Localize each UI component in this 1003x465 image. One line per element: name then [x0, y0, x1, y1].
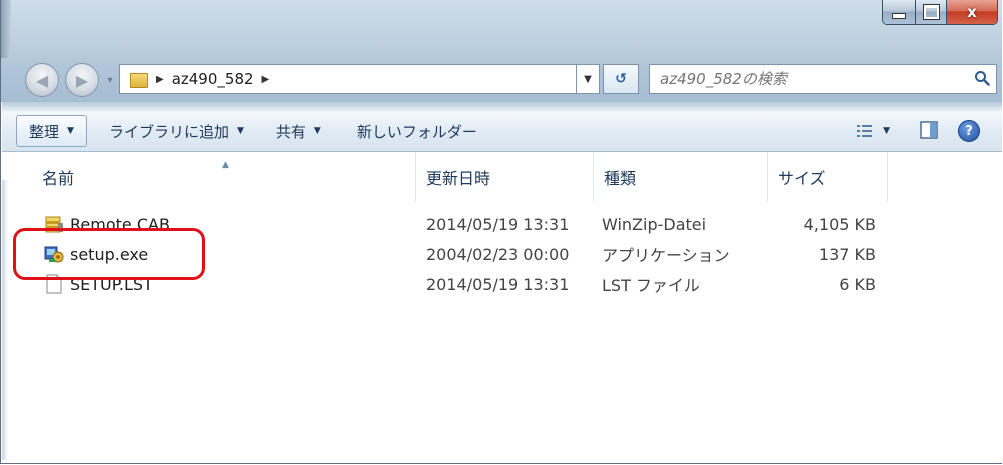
sort-ascending-icon: ▲: [222, 160, 229, 170]
new-folder-label: 新しいフォルダー: [356, 122, 477, 141]
file-date: 2014/05/19 13:31: [426, 214, 570, 234]
file-name-cell: Remote.CAB: [44, 210, 170, 238]
add-to-library-label: ライブラリに追加: [108, 122, 229, 141]
file-name: SETUP.LST: [70, 274, 153, 294]
file-size: 4,105 KB: [803, 214, 876, 234]
file-name-cell: setup.exe: [44, 240, 148, 268]
title-bar[interactable]: x ◀ ▶ ▾ ▶ az490_582 ▶ ▼ ↺: [1, 0, 1002, 102]
arrow-right-icon: ▶: [75, 70, 89, 90]
chevron-down-icon: ▼: [67, 126, 74, 136]
file-type: アプリケーション: [602, 246, 730, 265]
file-type: WinZip-Datei: [602, 214, 707, 234]
column-header-size-label: サイズ: [778, 169, 826, 188]
minimize-icon: [892, 13, 906, 19]
breadcrumb-separator-icon[interactable]: ▶: [156, 74, 164, 85]
search-input[interactable]: [650, 69, 962, 89]
blank-file-icon: [46, 274, 62, 294]
refresh-icon: ↺: [615, 71, 627, 87]
file-date: 2014/05/19 13:31: [426, 274, 570, 294]
maximize-button[interactable]: [916, 0, 947, 24]
caption-buttons: x: [882, 0, 998, 25]
chevron-down-icon: ▼: [883, 126, 890, 136]
refresh-button[interactable]: ↺: [603, 64, 639, 94]
setup-exe-icon: [44, 246, 64, 263]
arrow-left-icon: ◀: [35, 70, 49, 90]
column-header-row: 名前 ▲ 更新日時 種類 サイズ: [2, 152, 1002, 202]
preview-pane-icon[interactable]: [920, 121, 938, 139]
new-folder-button[interactable]: 新しいフォルダー: [347, 116, 487, 146]
back-button[interactable]: ◀: [25, 63, 59, 97]
view-details-icon: [857, 125, 873, 137]
chevron-down-icon: ▾: [107, 74, 113, 86]
column-header-name-label: 名前: [42, 169, 75, 188]
organize-button[interactable]: 整理 ▼: [16, 115, 87, 147]
explorer-window: x ◀ ▶ ▾ ▶ az490_582 ▶ ▼ ↺ az490_582の検索 整…: [0, 0, 1002, 464]
column-header-type[interactable]: 種類: [594, 152, 768, 202]
maximize-icon: [922, 4, 940, 20]
help-button[interactable]: ?: [958, 120, 980, 142]
help-icon: ?: [965, 123, 973, 139]
file-name: setup.exe: [70, 244, 149, 264]
breadcrumb-item[interactable]: az490_582: [172, 70, 254, 88]
address-bar[interactable]: ▶ az490_582 ▶: [119, 64, 577, 94]
organize-label: 整理: [29, 122, 60, 141]
close-button[interactable]: x: [947, 0, 997, 24]
add-to-library-button[interactable]: ライブラリに追加 ▼: [99, 116, 254, 146]
column-header-size[interactable]: サイズ: [768, 152, 888, 202]
forward-button[interactable]: ▶: [65, 63, 99, 97]
search-icon[interactable]: [974, 70, 990, 86]
file-row[interactable]: setup.exe 2004/02/23 00:00 アプリケーション 137 …: [2, 240, 1002, 268]
file-row[interactable]: Remote.CAB 2014/05/19 13:31 WinZip-Datei…: [2, 210, 1002, 238]
breadcrumb-separator-icon[interactable]: ▶: [262, 74, 270, 85]
file-date: 2004/02/23 00:00: [426, 244, 570, 264]
share-label: 共有: [275, 122, 306, 141]
chevron-down-icon: ▼: [236, 126, 244, 136]
title-bar-edge: [1, 0, 11, 58]
archive-icon: [45, 216, 63, 233]
file-row[interactable]: SETUP.LST 2014/05/19 13:31 LST ファイル 6 KB: [2, 270, 1002, 298]
file-name-cell: SETUP.LST: [44, 270, 153, 298]
address-dropdown-button[interactable]: ▼: [577, 64, 600, 94]
minimize-button[interactable]: [883, 0, 916, 24]
file-type: LST ファイル: [602, 276, 700, 295]
command-bar: 整理 ▼ ライブラリに追加 ▼ 共有 ▼ 新しいフォルダー ▼ ?: [2, 111, 1002, 152]
column-header-date[interactable]: 更新日時: [416, 152, 594, 202]
column-header-date-label: 更新日時: [426, 169, 491, 188]
folder-icon: [130, 71, 148, 88]
search-box[interactable]: [649, 64, 997, 94]
chevron-down-icon: ▼: [313, 126, 321, 136]
column-header-type-label: 種類: [604, 169, 637, 188]
recent-pages-button[interactable]: ▾: [103, 72, 117, 88]
file-size: 6 KB: [839, 274, 876, 294]
file-name: Remote.CAB: [70, 214, 170, 234]
change-view-button[interactable]: ▼: [857, 119, 890, 143]
close-icon: x: [967, 3, 977, 21]
share-button[interactable]: 共有 ▼: [266, 116, 331, 146]
toolbar-divider: [2, 102, 1002, 111]
file-size: 137 KB: [818, 244, 876, 264]
chevron-down-icon: ▼: [584, 73, 592, 85]
